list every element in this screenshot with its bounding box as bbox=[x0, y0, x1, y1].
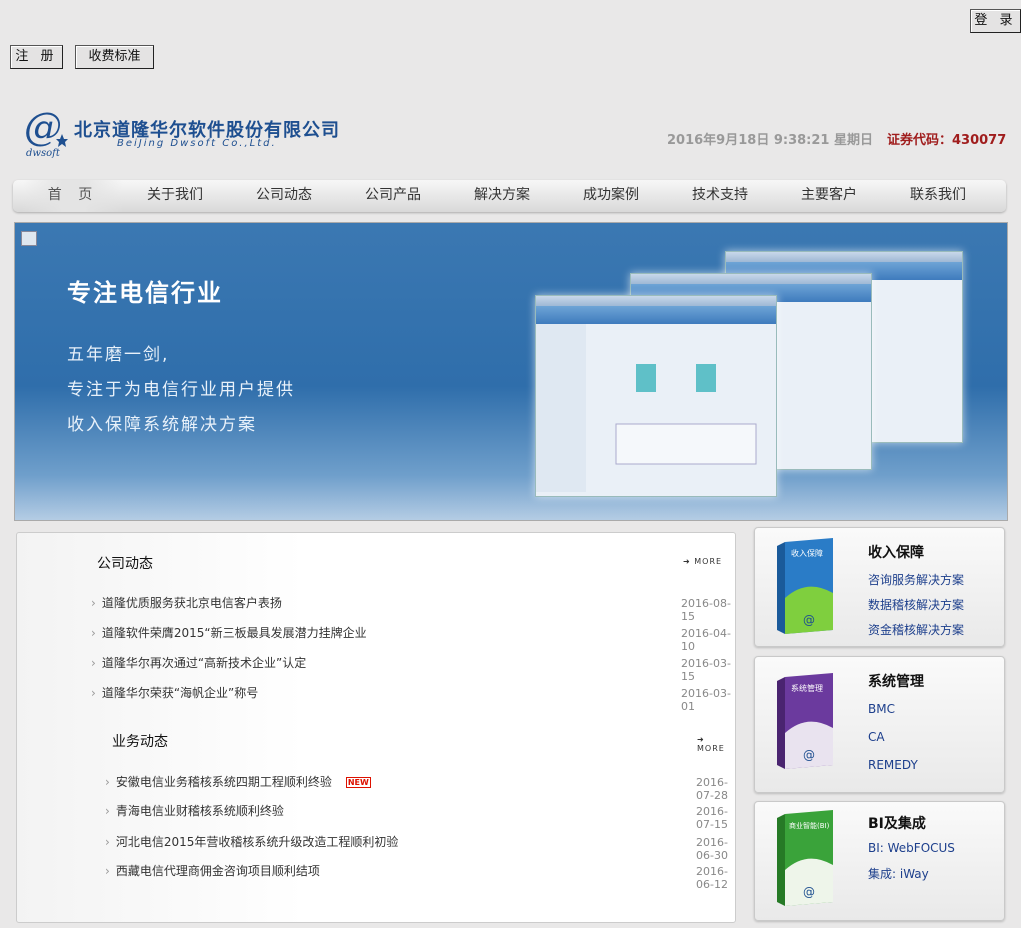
card-link[interactable]: 集成: iWay bbox=[868, 865, 929, 882]
fees-button[interactable]: 收费标准 bbox=[75, 45, 154, 69]
cylinder-chart-icon bbox=[536, 324, 757, 492]
product-box-icon: 商业智能(BI) @ bbox=[777, 810, 833, 906]
product-box-icon: 收入保障 @ bbox=[777, 538, 833, 634]
product-box-icon: 系统管理 @ bbox=[777, 673, 833, 769]
card-title: BI及集成 bbox=[868, 816, 926, 832]
broken-image-icon bbox=[21, 231, 37, 246]
banner-line: 专注于为电信行业用户提供 bbox=[67, 380, 295, 400]
card-link[interactable]: BMC bbox=[868, 702, 895, 716]
card-title: 收入保障 bbox=[868, 545, 924, 561]
card-link[interactable]: CA bbox=[868, 730, 885, 744]
nav-support[interactable]: 技术支持 bbox=[670, 180, 770, 212]
company-name-en: BeiJing Dwsoft Co.,Ltd. bbox=[117, 138, 277, 149]
nav-contact[interactable]: 联系我们 bbox=[888, 180, 988, 212]
nav-products[interactable]: 公司产品 bbox=[343, 180, 443, 212]
svg-text:@: @ bbox=[803, 613, 815, 627]
news-panel: 公司动态 ➜ MORE › 道隆优质服务获北京电信客户表扬 2016-08-15 … bbox=[16, 532, 736, 923]
nav-news[interactable]: 公司动态 bbox=[234, 180, 334, 212]
card-link[interactable]: 资金稽核解决方案 bbox=[868, 621, 964, 638]
news-date: 2016-08-15 bbox=[681, 597, 731, 623]
svg-text:系统管理: 系统管理 bbox=[791, 683, 823, 693]
svg-text:@: @ bbox=[24, 105, 62, 149]
banner-headline: 专注电信行业 bbox=[67, 279, 223, 307]
card-revenue-assurance: 收入保障 @ 收入保障 咨询服务解决方案 数据稽核解决方案 资金稽核解决方案 bbox=[754, 527, 1005, 647]
main-nav: 首 页 关于我们 公司动态 公司产品 解决方案 成功案例 技术支持 主要客户 联… bbox=[13, 180, 1006, 212]
company-logo[interactable]: @ dwsoft 北京道隆华尔软件股份有限公司 BeiJing Dwsoft C… bbox=[22, 104, 352, 160]
stock-code: 证券代码：430077 bbox=[887, 133, 1007, 148]
company-news-title: 公司动态 bbox=[97, 556, 153, 572]
nav-home[interactable]: 首 页 bbox=[23, 180, 123, 212]
nav-about[interactable]: 关于我们 bbox=[125, 180, 225, 212]
banner-line: 五年磨一剑, bbox=[67, 345, 170, 365]
card-bi-integration: 商业智能(BI) @ BI及集成 BI: WebFOCUS 集成: iWay bbox=[754, 801, 1005, 921]
list-item[interactable]: › 道隆华尔荣获“海帆企业”称号 bbox=[91, 684, 258, 701]
screenshot-window bbox=[535, 295, 777, 497]
current-datetime: 2016年9月18日 9:38:21 星期日 bbox=[667, 133, 873, 148]
login-button[interactable]: 登 录 bbox=[970, 9, 1021, 33]
card-link[interactable]: BI: WebFOCUS bbox=[868, 841, 955, 855]
company-news-more[interactable]: ➜ MORE bbox=[683, 557, 722, 566]
card-link[interactable]: 咨询服务解决方案 bbox=[868, 571, 964, 588]
list-item[interactable]: › 河北电信2015年营收稽核系统升级改造工程顺利初验 bbox=[105, 833, 398, 850]
register-button[interactable]: 注 册 bbox=[10, 45, 63, 69]
news-date: 2016-06-30 bbox=[696, 836, 728, 862]
news-date: 2016-03-01 bbox=[681, 687, 731, 713]
banner-line: 收入保障系统解决方案 bbox=[67, 415, 257, 435]
list-item[interactable]: › 道隆华尔再次通过“高新技术企业”认定 bbox=[91, 654, 306, 671]
business-news-title: 业务动态 bbox=[112, 734, 168, 750]
at-logo-icon: @ dwsoft bbox=[24, 105, 68, 158]
card-system-management: 系统管理 @ 系统管理 BMC CA REMEDY bbox=[754, 656, 1005, 793]
list-item[interactable]: › 道隆软件荣膺2015“新三板最具发展潜力挂牌企业 bbox=[91, 624, 367, 641]
news-date: 2016-07-15 bbox=[696, 805, 728, 831]
new-badge: NEW bbox=[345, 777, 371, 788]
svg-text:@: @ bbox=[803, 748, 815, 762]
list-item[interactable]: › 西藏电信代理商佣金咨询项目顺利结项 bbox=[105, 862, 320, 879]
svg-text:dwsoft: dwsoft bbox=[26, 148, 61, 158]
svg-text:@: @ bbox=[803, 885, 815, 899]
news-date: 2016-06-12 bbox=[696, 865, 728, 891]
nav-solutions[interactable]: 解决方案 bbox=[452, 180, 552, 212]
card-link[interactable]: 数据稽核解决方案 bbox=[868, 596, 964, 613]
list-item[interactable]: › 道隆优质服务获北京电信客户表扬 bbox=[91, 594, 282, 611]
news-date: 2016-07-28 bbox=[696, 776, 728, 802]
hero-banner[interactable]: 专注电信行业 五年磨一剑, 专注于为电信行业用户提供 收入保障系统解决方案 bbox=[14, 222, 1008, 521]
news-date: 2016-04-10 bbox=[681, 627, 731, 653]
svg-text:收入保障: 收入保障 bbox=[791, 548, 823, 558]
list-item[interactable]: › 青海电信业财稽核系统顺利终验 bbox=[105, 802, 284, 819]
card-title: 系统管理 bbox=[868, 674, 924, 690]
list-item[interactable]: › 安徽电信业务稽核系统四期工程顺利终验 NEW bbox=[105, 773, 371, 790]
nav-cases[interactable]: 成功案例 bbox=[561, 180, 661, 212]
card-link[interactable]: REMEDY bbox=[868, 758, 918, 772]
business-news-more[interactable]: ➜ MORE bbox=[697, 735, 735, 753]
nav-clients[interactable]: 主要客户 bbox=[779, 180, 879, 212]
svg-text:商业智能(BI): 商业智能(BI) bbox=[789, 821, 830, 830]
news-date: 2016-03-15 bbox=[681, 657, 731, 683]
